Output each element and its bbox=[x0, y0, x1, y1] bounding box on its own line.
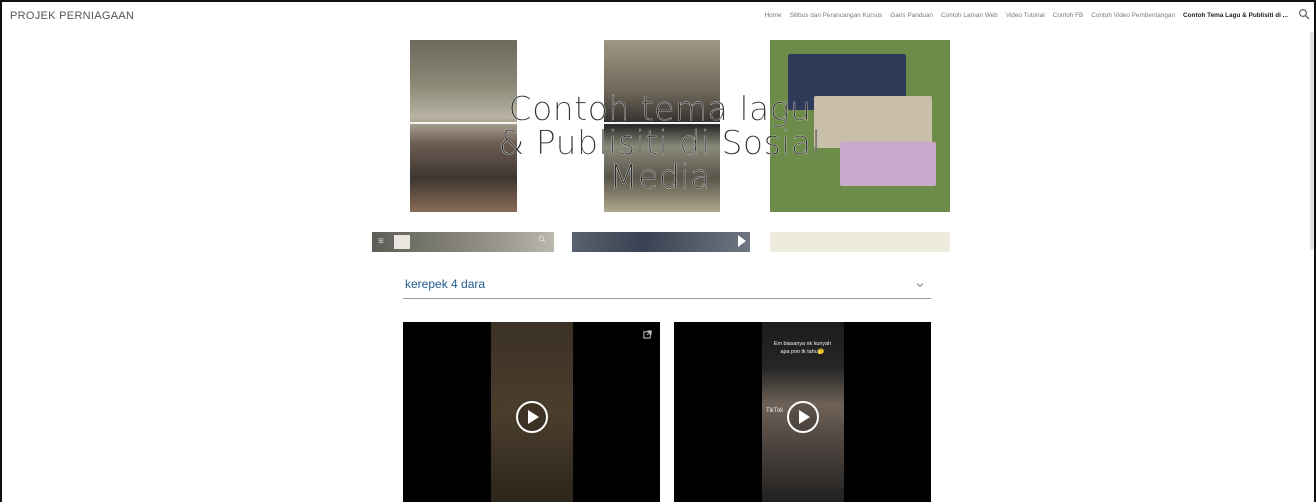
top-navigation: Home Silibus dan Perancangan Kursus Gari… bbox=[765, 12, 1288, 19]
nav-item-silibus[interactable]: Silibus dan Perancangan Kursus bbox=[790, 12, 883, 19]
hero-strip-video-still bbox=[572, 232, 750, 252]
page-title: Contoh tema lagu & Publisiti di Sosial M… bbox=[372, 89, 948, 196]
nav-item-video-tutorial[interactable]: Video Tutorial bbox=[1006, 12, 1045, 19]
hero-strip-floral bbox=[770, 232, 950, 252]
search-icon bbox=[538, 235, 546, 243]
thumbnail-tile bbox=[394, 235, 410, 249]
page-title-line-2: & Publisiti di Sosial bbox=[498, 123, 822, 162]
play-icon[interactable] bbox=[515, 400, 549, 434]
video-caption: Em biasanya nk kunyah apa pon tk tahu🤔 bbox=[674, 340, 931, 356]
play-icon bbox=[738, 235, 746, 247]
nav-item-contoh-fb[interactable]: Contoh FB bbox=[1053, 12, 1084, 19]
accordion-kerepek[interactable]: kerepek 4 dara bbox=[403, 272, 931, 299]
search-icon[interactable] bbox=[1298, 8, 1310, 20]
video-embed-1[interactable] bbox=[403, 322, 660, 502]
scrollbar[interactable] bbox=[1310, 32, 1314, 250]
nav-item-home[interactable]: Home bbox=[765, 12, 782, 19]
nav-item-garis-panduan[interactable]: Garis Panduan bbox=[890, 12, 933, 19]
page-title-line-3: Media bbox=[609, 157, 711, 196]
nav-item-contoh-tema-lagu[interactable]: Contoh Tema Lagu & Publisiti di ... bbox=[1183, 12, 1288, 19]
browser-frame: PROJEK PERNIAGAAN Home Silibus dan Peran… bbox=[0, 0, 1316, 502]
nav-item-contoh-laman-web[interactable]: Contoh Laman Web bbox=[941, 12, 998, 19]
video-embed-2[interactable]: Em biasanya nk kunyah apa pon tk tahu🤔 T… bbox=[674, 322, 931, 502]
menu-icon: ≡ bbox=[378, 236, 384, 247]
site-title[interactable]: PROJEK PERNIAGAAN bbox=[10, 10, 134, 22]
hero-banner: Contoh tema lagu & Publisiti di Sosial M… bbox=[372, 40, 950, 254]
page-title-line-1: Contoh tema lagu bbox=[508, 89, 812, 128]
nav-item-contoh-video-pembentangan[interactable]: Contoh Video Pembentangan bbox=[1091, 12, 1175, 19]
video-caption-line-2: apa pon tk tahu🤔 bbox=[780, 349, 825, 355]
play-icon[interactable] bbox=[786, 400, 820, 434]
accordion-label[interactable]: kerepek 4 dara bbox=[405, 277, 485, 291]
hero-strip-app-screenshot: ≡ bbox=[372, 232, 554, 252]
tiktok-watermark: TikTok bbox=[766, 408, 784, 414]
chevron-down-icon[interactable] bbox=[915, 280, 925, 290]
video-caption-line-1: Em biasanya nk kunyah bbox=[773, 341, 832, 347]
external-link-icon[interactable] bbox=[643, 330, 652, 339]
